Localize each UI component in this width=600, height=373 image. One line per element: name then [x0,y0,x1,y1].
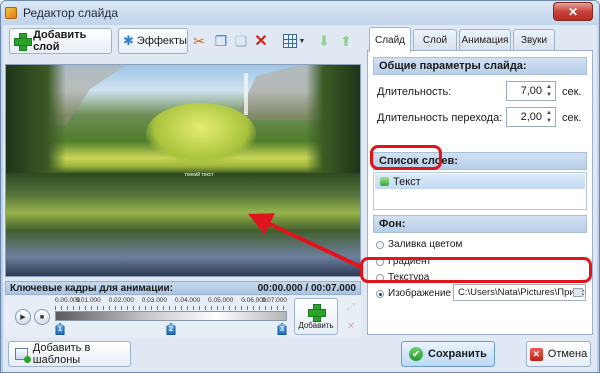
preview-text-layer[interactable]: тонкий текст [164,172,234,178]
keyframe-marker[interactable]: 1 [55,323,65,335]
preview-waterfall [244,73,248,115]
resize-icon[interactable]: ⤢ [345,301,357,313]
cancel-button[interactable]: ✕ Отмена [526,341,591,367]
stop-button[interactable]: ■ [34,309,50,325]
radio-icon [376,240,384,249]
tab-layer[interactable]: Слой [413,29,457,51]
add-keyframe-label: Добавить [298,320,334,330]
stepper-arrows[interactable]: ▲ ▼ [544,83,554,99]
keyframes-title: Ключевые кадры для анимации: [10,282,174,294]
copy-icon[interactable]: ❐ [212,32,230,50]
move-up-icon[interactable]: ⬆ [337,32,355,50]
layer-item-text[interactable]: Текст [375,174,585,189]
tab-animation[interactable]: Анимация [459,29,511,51]
text-layer-icon [380,177,389,186]
transition-value: 2,00 [520,111,542,123]
radio-image[interactable]: Изображение [376,288,451,299]
effects-label: Эффекты сл [136,35,187,47]
transition-label: Длительность перехода: [377,112,503,124]
slide-editor-window: Редактор слайда ✕ Добавить слой ✱ Эффект… [0,0,600,373]
duration-value: 7,00 [520,85,542,97]
stepper-arrows[interactable]: ▲ ▼ [544,109,554,125]
add-layer-button[interactable]: Добавить слой [9,28,112,54]
annotation-highlight-image [360,257,592,283]
window-title: Редактор слайда [23,6,119,20]
slide-preview[interactable]: тонкий текст [5,64,361,277]
preview-reflection [6,173,360,276]
timeline-tick-label: 0.02.000 [108,297,134,304]
image-path-value: C:\Users\Nata\Pictures\Прирс [458,287,585,298]
cancel-label: Отмена [547,348,588,360]
save-label: Сохранить [428,348,487,360]
client-area: Добавить слой ✱ Эффекты сл ✂ ❐ ❏ ✕ ▼ ⬇ ⬆… [3,25,597,372]
add-keyframe-button[interactable]: Добавить [294,298,338,335]
preview-trees [146,103,256,165]
cancel-icon: ✕ [529,347,543,361]
add-layer-label: Добавить слой [33,29,87,53]
plus-icon [14,33,33,51]
slide-properties-panel: Общие параметры слайда: Длительность: 7,… [367,50,593,335]
timeline-tick-label: 0.07.000 [261,297,287,304]
tab-strip: Слайд Слой Анимация Звуки [367,27,593,52]
radio-selected-icon [376,289,384,298]
transition-stepper[interactable]: 2,00 ▲ ▼ [506,107,556,127]
grid-menu-button[interactable]: ▼ [281,32,307,50]
tab-sounds[interactable]: Звуки [513,29,555,51]
transition-unit: сек. [562,112,582,124]
close-button[interactable]: ✕ [553,2,593,21]
timeline-tick-label: 0.04.000 [174,297,201,304]
browse-icon[interactable] [573,288,583,297]
duration-unit: сек. [562,86,582,98]
keyframe-marker[interactable]: 3 [277,323,287,335]
save-button[interactable]: ✔ Сохранить [401,341,495,367]
chevron-down-icon: ▼ [298,37,306,45]
radio-label: Заливка цветом [388,239,463,250]
paste-icon[interactable]: ❏ [232,32,250,50]
timeline-ruler [55,306,287,310]
play-button[interactable]: ▶ [15,309,31,325]
background-title: Фон: [373,215,587,233]
radio-label: Изображение [388,288,451,299]
duration-label: Длительность: [377,86,452,98]
title-bar: Редактор слайда ✕ [1,1,599,25]
keyframe-timeline[interactable]: 0.00.000 0.01.000 0.02.000 0.03.000 0.04.000… [55,296,287,337]
timeline-tick-label: 0.01.000 [75,297,101,304]
timeline-tick-label: 0.05.000 [208,297,234,304]
radio-fill-color[interactable]: Заливка цветом [376,239,462,250]
timeline-track[interactable] [55,311,287,321]
plus-icon [308,303,326,322]
keyframes-time: 00:00.000 / 00:07.000 [257,282,356,294]
layer-list[interactable]: Текст [373,172,587,210]
keyframes-header: Ключевые кадры для анимации: 00:00.000 /… [5,281,361,295]
remove-keyframe-icon[interactable]: ✕ [345,320,357,332]
tab-slide[interactable]: Слайд [369,27,411,52]
add-to-templates-button[interactable]: Добавить в шаблоны [8,341,131,367]
delete-icon[interactable]: ✕ [252,32,270,50]
layer-item-label: Текст [393,175,421,188]
app-icon [5,7,17,19]
preview-forest-right [306,65,360,175]
template-icon [15,348,31,363]
grid-icon [282,34,297,48]
keyframe-marker[interactable]: 2 [166,323,176,335]
checkmark-icon: ✔ [409,347,424,361]
preview-forest-left [6,65,66,175]
timeline-tick-label: 0.03.000 [141,297,168,304]
image-path-field[interactable]: C:\Users\Nata\Pictures\Прирс [453,284,586,301]
annotation-highlight-layer [370,145,442,170]
move-down-icon[interactable]: ⬇ [315,32,333,50]
duration-stepper[interactable]: 7,00 ▲ ▼ [506,81,556,101]
effects-button[interactable]: ✱ Эффекты сл [118,28,188,54]
scissors-icon[interactable]: ✂ [190,32,208,50]
templates-label: Добавить в шаблоны [32,342,91,366]
slide-params-title: Общие параметры слайда: [373,57,587,75]
sparkle-icon: ✱ [123,33,134,48]
keyframes-panel: ▶ ■ 0.00.000 0.01.000 0.02.000 0.03.000 0.04… [5,296,361,337]
